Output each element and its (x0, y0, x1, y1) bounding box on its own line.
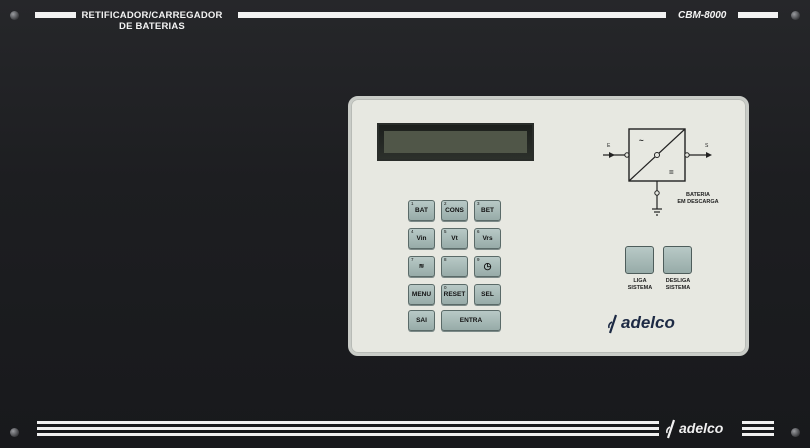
key-number: 8 (444, 257, 447, 262)
input-arrow (609, 152, 615, 158)
key-clock[interactable]: 9 ◷ (474, 256, 501, 277)
screw (791, 11, 800, 20)
key-label: Vt (451, 235, 458, 242)
key-number: 4 (411, 229, 414, 234)
dc-symbol: = (669, 168, 674, 177)
key-label: SAI (416, 317, 427, 324)
input-label: E (607, 143, 611, 149)
battery-terminal (654, 190, 660, 196)
key-sai[interactable]: SAI (408, 310, 435, 331)
output-label: S (705, 143, 709, 149)
adelco-mark-icon (666, 419, 676, 439)
key-number: 3 (477, 201, 480, 206)
key-label: MENU (411, 291, 432, 298)
key-menu[interactable]: MENU (408, 284, 435, 305)
adelco-mark-icon (608, 314, 618, 334)
key-number: 6 (477, 229, 480, 234)
battery-label-line1: BATERIA (685, 192, 711, 198)
key-number: 5 (444, 229, 447, 234)
key-number: 2 (444, 201, 447, 206)
system-off-label: DESLIGA SISTEMA (653, 278, 703, 292)
system-on-button[interactable] (625, 246, 654, 274)
footer-stripe (37, 421, 659, 424)
footer-stripe (742, 421, 774, 424)
screw (791, 428, 800, 437)
header-strip-center (238, 12, 666, 18)
key-label: Vin (416, 235, 427, 242)
key-label: BET (481, 207, 494, 214)
device-title-line2: DE BATERIAS (119, 21, 185, 32)
footer-stripe (742, 433, 774, 436)
system-off-line1: DESLIGA (665, 278, 691, 284)
output-terminal (684, 152, 690, 158)
key-bat[interactable]: 1 BAT (408, 200, 435, 221)
output-arrow (706, 152, 712, 158)
control-panel: 1 BAT 2 CONS 3 BET 4 Vin 5 Vt 6 Vrs 7 ≋ … (348, 96, 749, 356)
battery-discharge-label: BATERIA EM DESCARGA (668, 192, 728, 206)
key-label: ≋ (418, 263, 425, 270)
cabinet-front: RETIFICADOR/CARREGADOR DE BATERIAS CBM-8… (0, 0, 810, 448)
key-vin[interactable]: 4 Vin (408, 228, 435, 249)
screw (10, 11, 19, 20)
key-entra[interactable]: ENTRA (441, 310, 501, 331)
panel-logo-text: adelco (621, 313, 675, 332)
panel-logo: adelco (607, 313, 697, 335)
screw (10, 428, 19, 437)
key-sel[interactable]: SEL (474, 284, 501, 305)
footer-logo: adelco (665, 418, 745, 440)
lcd-screen (384, 131, 527, 153)
key-number: 1 (411, 201, 414, 206)
lcd-display (377, 123, 534, 161)
system-off-line2: SISTEMA (665, 285, 691, 291)
footer-stripe (742, 427, 774, 430)
key-vt[interactable]: 5 Vt (441, 228, 468, 249)
model-label: CBM-8000 (678, 10, 727, 21)
device-title-line1: RETIFICADOR/CARREGADOR (81, 10, 223, 21)
header-strip-right (738, 12, 778, 18)
clock-icon: ◷ (483, 261, 492, 271)
key-number: 9 (477, 257, 480, 262)
key-cons[interactable]: 2 CONS (441, 200, 468, 221)
key-number: 7 (411, 257, 414, 262)
key-label: SEL (481, 291, 494, 298)
key-bet[interactable]: 3 BET (474, 200, 501, 221)
system-off-button[interactable] (663, 246, 692, 274)
header-strip-left (35, 12, 76, 18)
key-label: RESET (443, 291, 466, 298)
key-label: ENTRA (459, 317, 483, 324)
center-node (654, 152, 660, 158)
ac-symbol: ~ (639, 136, 644, 145)
key-vrs[interactable]: 6 Vrs (474, 228, 501, 249)
key-label: Vrs (482, 235, 493, 242)
key-number: 0 (444, 285, 447, 290)
key-reset[interactable]: 0 RESET (441, 284, 468, 305)
key-label: BAT (415, 207, 428, 214)
key-label: CONS (445, 207, 464, 214)
key-7[interactable]: 7 ≋ (408, 256, 435, 277)
device-title: RETIFICADOR/CARREGADOR DE BATERIAS (78, 10, 226, 32)
battery-label-line2: EM DESCARGA (677, 199, 719, 205)
key-8[interactable]: 8 (441, 256, 468, 277)
footer-stripe (37, 433, 659, 436)
footer-stripe (37, 427, 659, 430)
footer-logo-text: adelco (679, 420, 724, 436)
